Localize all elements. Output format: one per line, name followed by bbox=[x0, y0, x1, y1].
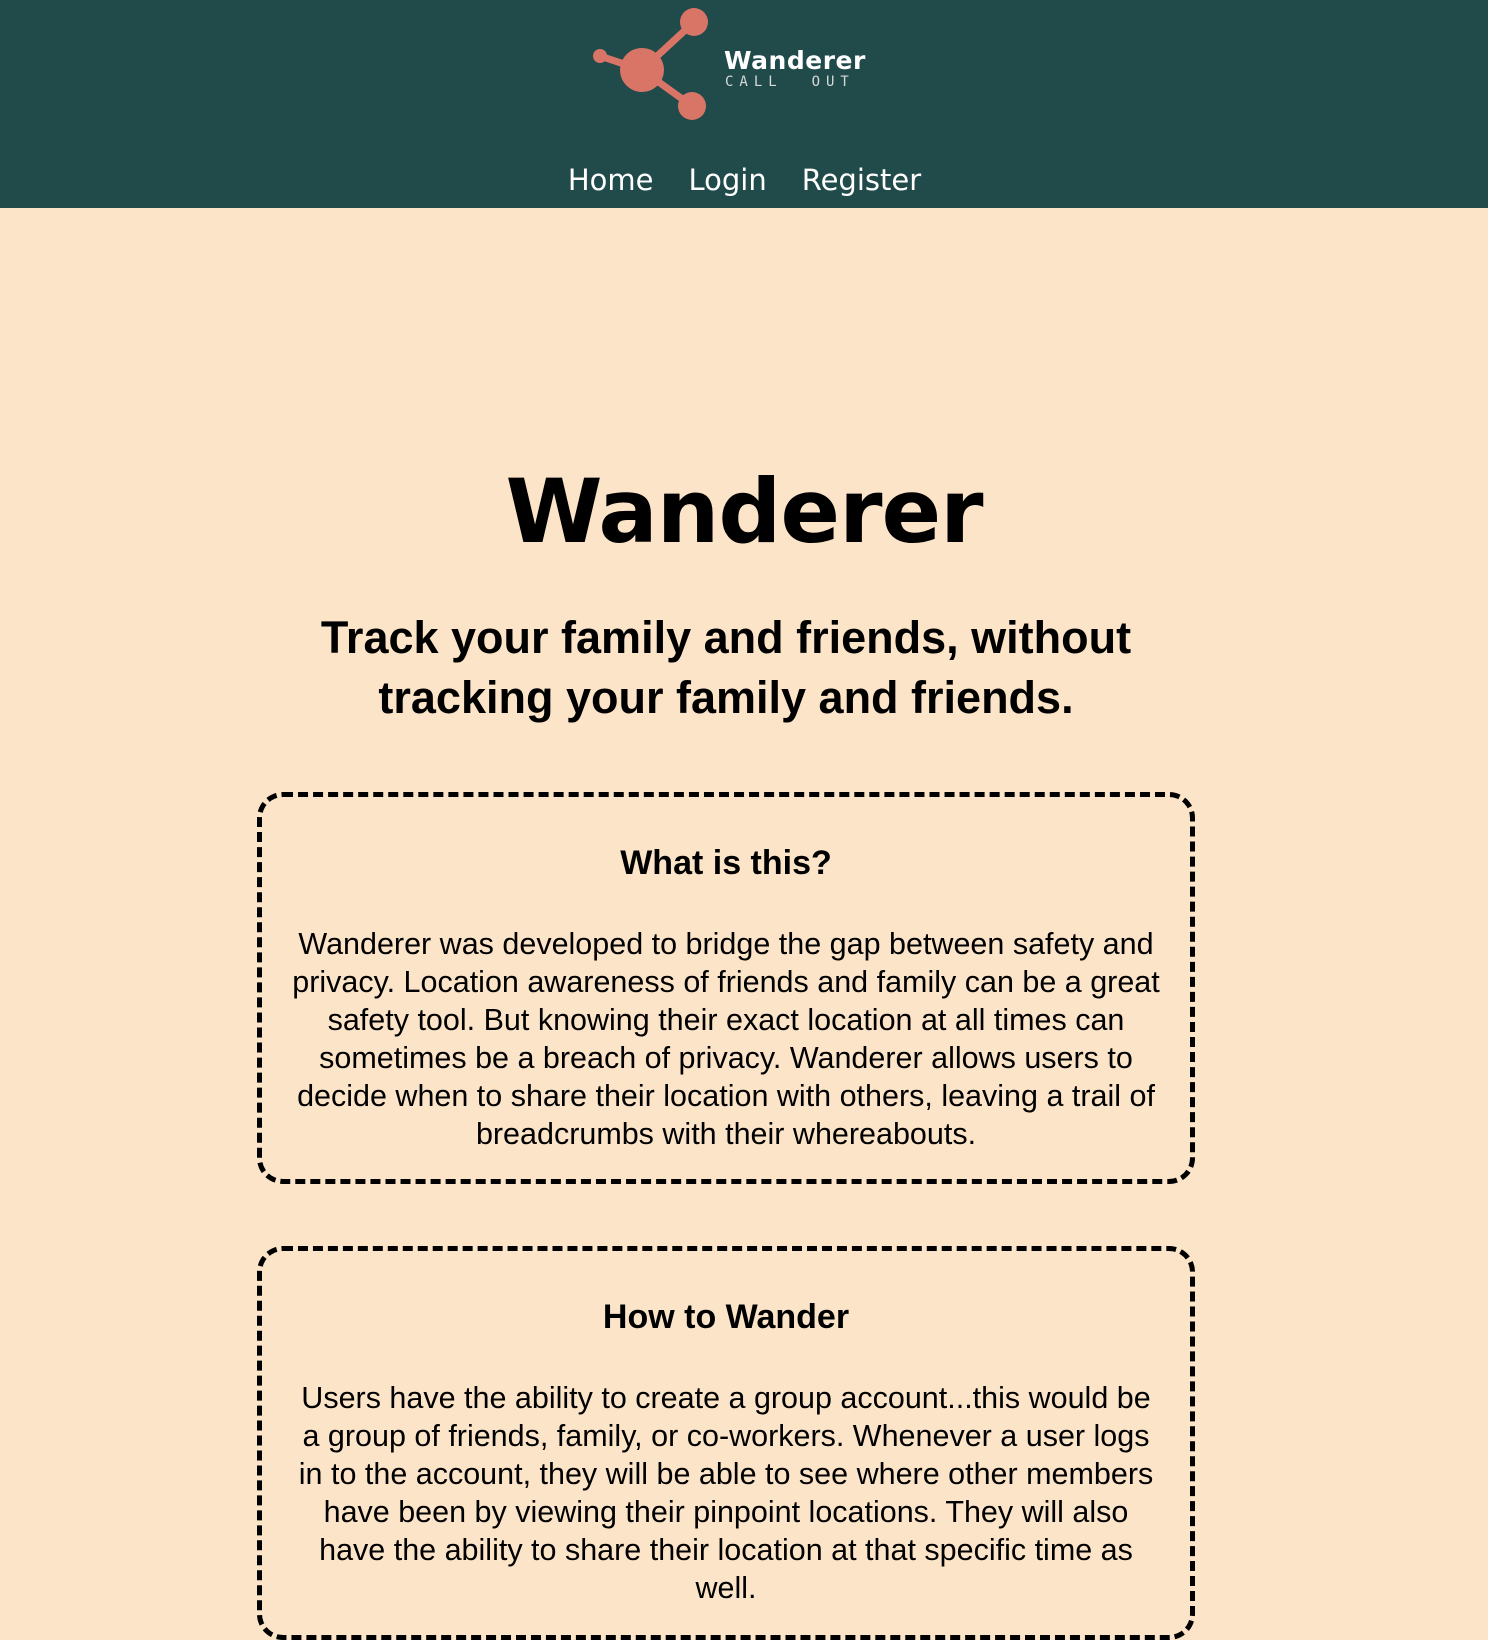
tagline: Track your family and friends, without t… bbox=[320, 612, 1132, 723]
logo-subtitle: CALL OUT bbox=[725, 74, 855, 90]
card-body: Wanderer was developed to bridge the gap… bbox=[292, 927, 1160, 1151]
main-nav: Home Login Register bbox=[0, 160, 1488, 200]
site-header: Wanderer CALL OUT Home Login Register bbox=[0, 0, 1488, 208]
nav-register-link[interactable]: Register bbox=[801, 160, 921, 200]
logo-title: Wanderer bbox=[724, 46, 866, 75]
info-card-what-is-this: What is this? Wanderer was developed to … bbox=[257, 792, 1195, 1184]
nav-home-link[interactable]: Home bbox=[567, 160, 654, 200]
page-title: Wanderer bbox=[505, 460, 983, 563]
logo[interactable]: Wanderer CALL OUT bbox=[588, 4, 878, 126]
card-body: Users have the ability to create a group… bbox=[298, 1381, 1154, 1605]
nav-login-link[interactable]: Login bbox=[687, 160, 766, 200]
card-heading: How to Wander bbox=[602, 1298, 850, 1336]
info-card-how-to-wander: How to Wander Users have the ability to … bbox=[257, 1246, 1195, 1640]
card-heading: What is this? bbox=[620, 844, 832, 882]
